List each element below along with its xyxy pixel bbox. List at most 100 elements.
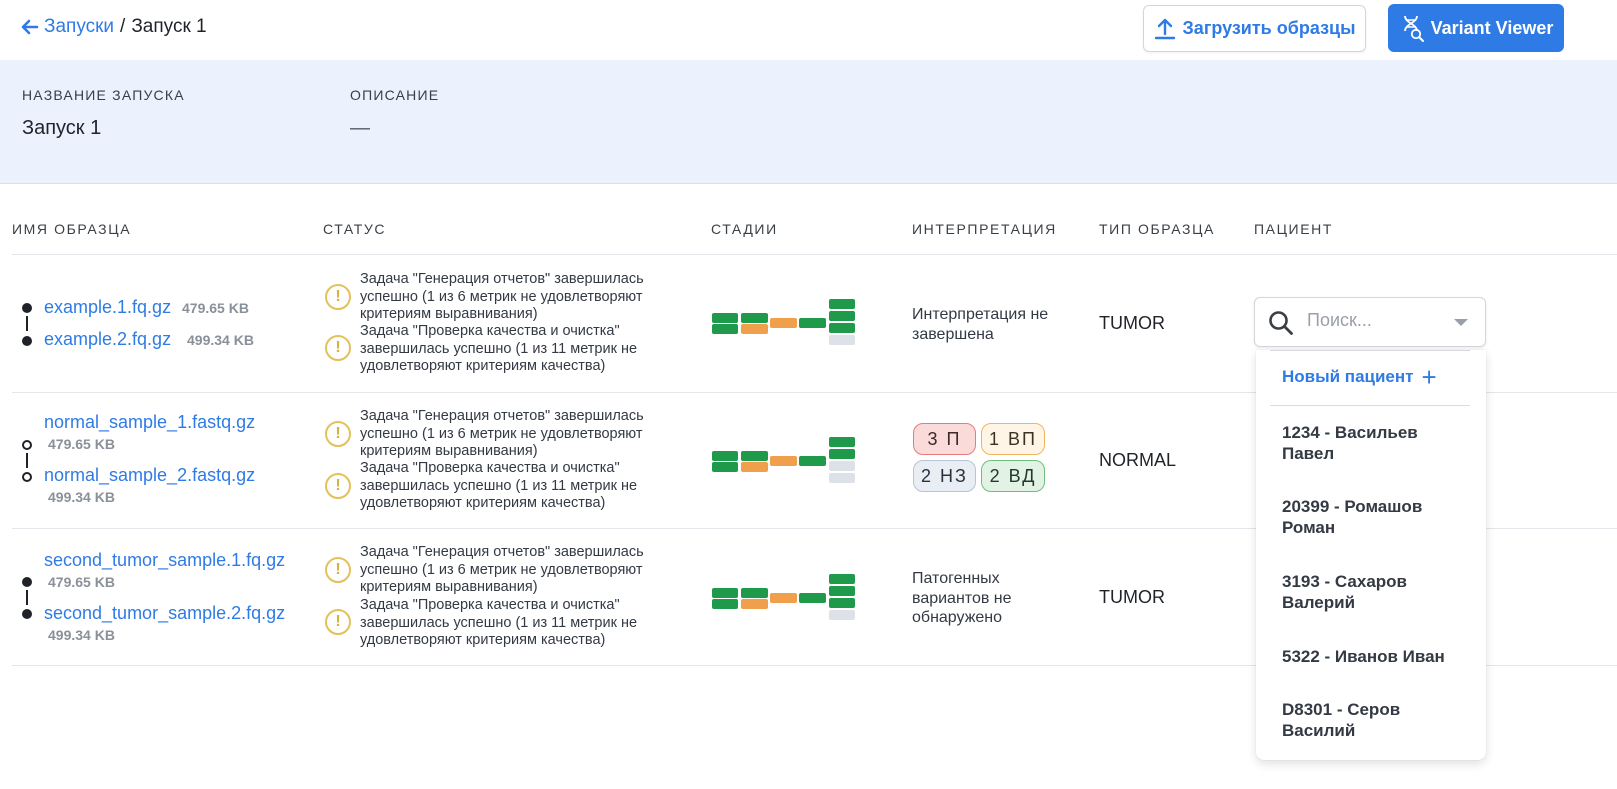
file-size: 479.65 KB	[182, 300, 249, 316]
sample-file-link[interactable]: second_tumor_sample.2.fq.gz	[44, 603, 285, 624]
stage-segment	[712, 451, 738, 461]
patient-option[interactable]: 5322 - Иванов Иван	[1282, 646, 1472, 667]
stage-segment	[799, 318, 826, 328]
stages-indicator	[711, 573, 861, 623]
patient-option[interactable]: 20399 - Ромашов Роман	[1282, 496, 1472, 538]
stage-segment	[829, 449, 855, 459]
stage-segment	[829, 598, 855, 608]
variant-viewer-label: Variant Viewer	[1430, 17, 1554, 38]
sample-file-link[interactable]: normal_sample_2.fastq.gz	[44, 465, 255, 486]
likely-benign-badge[interactable]: 2 ВД	[981, 460, 1045, 492]
interpretation-text: Патогенных вариантов не обнаружено	[912, 570, 1012, 626]
sample-file-link[interactable]: normal_sample_1.fastq.gz	[44, 412, 255, 433]
stage-segment	[712, 599, 738, 609]
stage-segment	[829, 610, 855, 620]
uncertain-significance-badge[interactable]: 2 НЗ	[913, 460, 976, 492]
new-patient-label: Новый пациент	[1282, 367, 1414, 386]
warning-icon: !	[325, 335, 351, 361]
run-description-label: ОПИСАНИЕ	[350, 87, 440, 103]
stage-segment	[799, 593, 826, 603]
column-header-sample-type: ТИП ОБРАЗЦА	[1099, 221, 1215, 237]
stage-segment	[712, 588, 738, 598]
stage-segment	[770, 318, 797, 328]
chevron-down-icon[interactable]	[1454, 319, 1468, 326]
top-bar: Запуски / Запуск 1 Загрузить образцы Var…	[0, 0, 1617, 60]
stage-segment	[712, 313, 738, 323]
stage-segment	[829, 461, 855, 471]
stages-indicator	[711, 436, 861, 486]
column-header-stages: СТАДИИ	[711, 221, 778, 237]
column-header-status: СТАТУС	[323, 221, 387, 237]
stage-segment	[741, 462, 768, 472]
column-header-sample: ИМЯ ОБРАЗЦА	[12, 221, 132, 237]
divider	[1270, 350, 1470, 351]
pair-dot	[22, 577, 32, 587]
new-patient-button[interactable]: Новый пациент +	[1282, 362, 1437, 392]
stage-segment	[741, 313, 768, 323]
pair-connector	[26, 453, 28, 468]
pair-dot	[22, 336, 32, 346]
breadcrumb: Запуски / Запуск 1	[18, 16, 207, 38]
patient-option[interactable]: D8301 - Серов Василий	[1282, 699, 1472, 741]
stage-segment	[741, 324, 768, 334]
upload-icon	[1154, 18, 1175, 39]
status-text: Задача "Проверка качества и очистка" зав…	[360, 323, 638, 374]
status-text: Задача "Генерация отчетов" завершилась у…	[360, 544, 644, 595]
patient-option[interactable]: 1234 - Васильев Павел	[1282, 422, 1472, 464]
status-text: Задача "Генерация отчетов" завершилась у…	[360, 408, 644, 459]
breadcrumb-separator: /	[120, 16, 126, 37]
stage-segment	[829, 574, 855, 584]
warning-icon: !	[325, 421, 351, 447]
plus-icon: +	[1421, 362, 1437, 392]
sample-type: TUMOR	[1099, 587, 1165, 607]
run-description-value: —	[350, 117, 370, 139]
patient-dropdown-menu: Новый пациент + 1234 - Васильев Павел 20…	[1256, 350, 1486, 760]
upload-samples-button[interactable]: Загрузить образцы	[1143, 5, 1366, 52]
stage-segment	[829, 299, 855, 309]
patient-search-input[interactable]	[1307, 310, 1447, 331]
stage-segment	[741, 599, 768, 609]
interpretation-text: Интерпретация не завершена	[912, 306, 1049, 343]
file-size: 499.34 KB	[48, 489, 115, 505]
sample-type: TUMOR	[1099, 313, 1165, 333]
search-icon	[1269, 311, 1293, 335]
patient-select[interactable]	[1254, 297, 1486, 347]
pair-connector	[26, 590, 28, 605]
warning-icon: !	[325, 557, 351, 583]
patient-option[interactable]: 3193 - Сахаров Валерий	[1282, 571, 1472, 613]
variant-viewer-button[interactable]: Variant Viewer	[1388, 4, 1564, 52]
file-size: 499.34 KB	[187, 332, 254, 348]
run-info-panel: НАЗВАНИЕ ЗАПУСКА Запуск 1 ОПИСАНИЕ —	[0, 60, 1617, 184]
run-name-value: Запуск 1	[22, 117, 102, 139]
pair-dot	[22, 303, 32, 313]
dna-icon	[1403, 15, 1424, 42]
breadcrumb-current: Запуск 1	[131, 16, 207, 37]
breadcrumb-link-runs[interactable]: Запуски	[44, 16, 114, 38]
pair-connector	[26, 316, 28, 331]
divider	[12, 254, 1617, 255]
stage-segment	[829, 437, 855, 447]
warning-icon: !	[325, 473, 351, 499]
stage-segment	[741, 451, 768, 461]
file-size: 479.65 KB	[48, 436, 115, 452]
arrow-left-icon[interactable]	[18, 16, 40, 38]
pathogenic-badge[interactable]: 3 П	[913, 423, 976, 455]
stage-segment	[741, 588, 768, 598]
stage-segment	[712, 462, 738, 472]
sample-file-link[interactable]: example.2.fq.gz	[44, 329, 171, 350]
status-text: Задача "Генерация отчетов" завершилась у…	[360, 271, 644, 322]
stage-segment	[829, 335, 855, 345]
sample-file-link[interactable]: example.1.fq.gz	[44, 297, 171, 318]
column-header-patient: ПАЦИЕНТ	[1254, 221, 1334, 237]
file-size: 479.65 KB	[48, 574, 115, 590]
column-header-interpretation: ИНТЕРПРЕТАЦИЯ	[912, 221, 1057, 237]
pair-dot	[22, 609, 32, 619]
run-name-label: НАЗВАНИЕ ЗАПУСКА	[22, 87, 185, 103]
stage-segment	[829, 473, 855, 483]
status-text: Задача "Проверка качества и очистка" зав…	[360, 460, 638, 511]
warning-icon: !	[325, 609, 351, 635]
sample-file-link[interactable]: second_tumor_sample.1.fq.gz	[44, 550, 285, 571]
stages-indicator	[711, 298, 861, 348]
sample-type: NORMAL	[1099, 450, 1177, 470]
likely-pathogenic-badge[interactable]: 1 ВП	[981, 423, 1045, 455]
